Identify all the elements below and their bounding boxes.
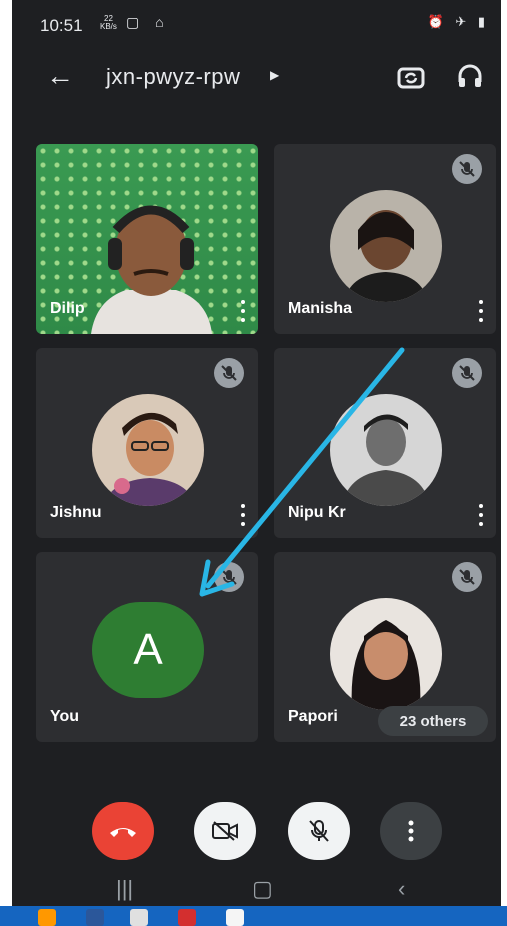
- photos-icon[interactable]: [226, 909, 244, 926]
- home-icon[interactable]: ▢: [252, 876, 273, 902]
- mic-off-icon: [309, 820, 329, 842]
- annotation-arrow: [199, 347, 405, 597]
- pdf-reader-icon[interactable]: [178, 909, 196, 926]
- call-controls: [12, 800, 501, 862]
- back-nav-icon[interactable]: ‹: [398, 876, 405, 902]
- desktop-taskbar: [0, 906, 507, 926]
- recent-apps-icon[interactable]: |||: [116, 876, 133, 902]
- more-vert-icon[interactable]: [380, 802, 442, 860]
- firefox-icon[interactable]: [38, 909, 56, 926]
- mic-off-button[interactable]: [288, 802, 350, 860]
- chrome-icon[interactable]: [130, 909, 148, 926]
- call-end-icon[interactable]: [92, 802, 154, 860]
- phone-screen: 10:51 22 KB/s ▢ ⌂ ⏰ ✈ ▮ ← jxn-pwyz-rpw ▶: [12, 0, 501, 926]
- videocam-off-icon[interactable]: [194, 802, 256, 860]
- system-nav-bar: ||| ▢ ‹: [12, 876, 501, 906]
- word-icon[interactable]: [86, 909, 104, 926]
